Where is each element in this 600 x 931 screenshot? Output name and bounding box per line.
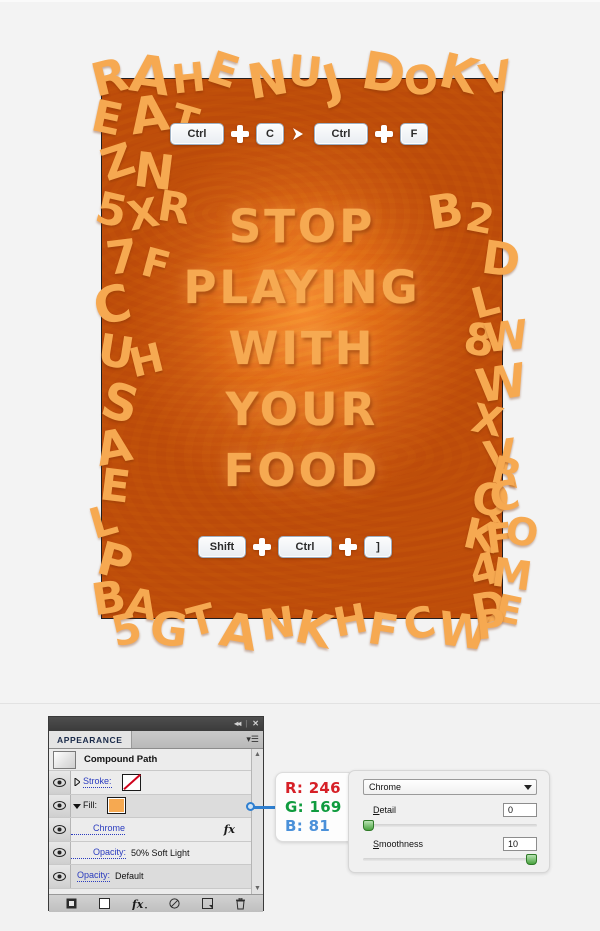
background-letter: O bbox=[502, 507, 542, 557]
panel-scrollbar[interactable]: ▲ ▼ bbox=[251, 749, 263, 894]
rgb-red-value: 246 bbox=[308, 778, 341, 797]
add-new-stroke-icon[interactable] bbox=[66, 898, 77, 909]
chrome-effect-label[interactable]: Chrome bbox=[71, 823, 126, 836]
panel-menu-icon[interactable]: ▾☰ bbox=[246, 735, 259, 744]
tab-filler: ▾☰ bbox=[132, 731, 263, 748]
smoothness-label: Smoothness bbox=[373, 839, 424, 849]
key-ctrl-1[interactable]: Ctrl bbox=[170, 123, 224, 145]
appearance-row-object-opacity[interactable]: Opacity: Default bbox=[49, 865, 251, 889]
plus-icon bbox=[374, 124, 394, 144]
rgb-green-line: G: 169 bbox=[285, 798, 354, 817]
add-new-effect-icon[interactable]: fx bbox=[132, 898, 148, 910]
plus-icon bbox=[338, 537, 358, 557]
key-bracket-right[interactable]: ] bbox=[364, 536, 392, 558]
fill-opacity-label[interactable]: Opacity: bbox=[71, 847, 127, 859]
key-shift[interactable]: Shift bbox=[198, 536, 246, 558]
panel-body: Compound Path Stroke: Fill: Chrome fx Op… bbox=[49, 749, 263, 894]
fill-swatch[interactable] bbox=[107, 797, 126, 815]
duplicate-item-icon[interactable] bbox=[202, 898, 214, 909]
detail-input[interactable]: 0 bbox=[503, 803, 537, 817]
detail-slider-knob[interactable] bbox=[363, 820, 374, 831]
object-opacity-value: Default bbox=[115, 871, 144, 882]
add-new-fill-icon[interactable] bbox=[98, 898, 110, 909]
arrow-right-icon bbox=[290, 125, 308, 143]
triangle-down-icon[interactable] bbox=[71, 803, 83, 809]
rgb-blue-line: B: 81 bbox=[285, 817, 354, 836]
eye-icon[interactable] bbox=[49, 841, 71, 864]
detail-field-row: Detail 0 bbox=[363, 803, 537, 817]
rgb-red-label: R: bbox=[285, 778, 304, 797]
stroke-swatch-none[interactable] bbox=[121, 773, 141, 791]
object-opacity-label[interactable]: Opacity: bbox=[77, 870, 111, 883]
smoothness-slider-knob[interactable] bbox=[526, 854, 537, 865]
detail-slider-track[interactable] bbox=[369, 824, 537, 827]
fill-label[interactable]: Fill: bbox=[83, 800, 97, 811]
chevron-down-icon[interactable] bbox=[524, 784, 532, 790]
shortcut-row-copy-paste: Ctrl C Ctrl F bbox=[170, 123, 428, 145]
key-ctrl-2[interactable]: Ctrl bbox=[314, 123, 368, 145]
rgb-callout: R: 246 G: 169 B: 81 bbox=[275, 772, 355, 842]
rgb-green-value: 169 bbox=[309, 797, 342, 816]
eye-icon[interactable] bbox=[49, 818, 71, 841]
key-ctrl-3[interactable]: Ctrl bbox=[278, 536, 332, 558]
smoothness-slider[interactable] bbox=[363, 854, 537, 865]
callout-connector-dot bbox=[246, 802, 255, 811]
smoothness-slider-track[interactable] bbox=[363, 858, 531, 861]
rgb-blue-label: B: bbox=[285, 816, 304, 835]
scroll-up-icon[interactable]: ▲ bbox=[254, 751, 261, 758]
appearance-object-row: Compound Path bbox=[49, 749, 251, 771]
smoothness-input[interactable]: 10 bbox=[503, 837, 537, 851]
object-title: Compound Path bbox=[84, 754, 158, 765]
close-icon[interactable]: ✕ bbox=[252, 720, 259, 728]
effect-preset-dropdown[interactable]: Chrome bbox=[363, 779, 537, 795]
appearance-panel: ◂◂ | ✕ APPEARANCE ▾☰ Compound Path Strok… bbox=[48, 716, 264, 912]
rgb-blue-value: 81 bbox=[308, 816, 331, 835]
eye-icon[interactable] bbox=[49, 771, 71, 794]
shortcut-row-send-backward: Shift Ctrl ] bbox=[198, 536, 392, 558]
scroll-down-icon[interactable]: ▼ bbox=[254, 885, 261, 892]
tab-appearance[interactable]: APPEARANCE bbox=[49, 731, 132, 748]
detail-label: Detail bbox=[373, 805, 397, 815]
plus-icon bbox=[230, 124, 250, 144]
svg-text:fx: fx bbox=[132, 898, 144, 910]
chrome-effect-dialog: Chrome Detail 0 Smoothness 10 bbox=[348, 770, 550, 873]
panel-titlebar[interactable]: ◂◂ | ✕ bbox=[49, 717, 263, 731]
eye-icon[interactable] bbox=[49, 794, 71, 817]
smoothness-label-rest: moothness bbox=[379, 839, 424, 849]
rgb-red-line: R: 246 bbox=[285, 779, 354, 798]
appearance-row-chrome-effect[interactable]: Chrome fx bbox=[49, 818, 251, 842]
artwork-area: RAHENUJDOKVEATB2ZN5XR7FCDL8WUHSWXVRAELQC… bbox=[0, 0, 600, 704]
object-thumbnail bbox=[53, 750, 76, 769]
appearance-row-fill-opacity[interactable]: Opacity: 50% Soft Light bbox=[49, 841, 251, 865]
fx-icon[interactable]: fx bbox=[224, 823, 235, 836]
panel-tab-strip: APPEARANCE ▾☰ bbox=[49, 731, 263, 749]
key-f[interactable]: F bbox=[400, 123, 428, 145]
plus-icon bbox=[252, 537, 272, 557]
fill-opacity-value: 50% Soft Light bbox=[131, 847, 190, 858]
detail-slider[interactable] bbox=[363, 820, 537, 831]
key-c[interactable]: C bbox=[256, 123, 284, 145]
effect-preset-value: Chrome bbox=[369, 782, 402, 792]
detail-label-rest: etail bbox=[379, 805, 397, 815]
triangle-right-icon[interactable] bbox=[71, 778, 83, 787]
clear-appearance-icon[interactable] bbox=[169, 898, 180, 909]
appearance-row-stroke[interactable]: Stroke: bbox=[49, 771, 251, 795]
page-root: RAHENUJDOKVEATB2ZN5XR7FCDL8WUHSWXVRAELQC… bbox=[0, 0, 600, 931]
stroke-label[interactable]: Stroke: bbox=[83, 776, 112, 789]
appearance-row-fill[interactable]: Fill: bbox=[49, 794, 251, 818]
collapse-icon[interactable]: ◂◂ bbox=[234, 720, 241, 728]
panel-footer: fx bbox=[49, 894, 263, 912]
delete-item-icon[interactable] bbox=[235, 897, 246, 910]
rgb-green-label: G: bbox=[285, 797, 304, 816]
appearance-rows: Compound Path Stroke: Fill: Chrome fx Op… bbox=[49, 749, 251, 894]
smoothness-field-row: Smoothness 10 bbox=[363, 837, 537, 851]
titlebar-separator: | bbox=[245, 719, 248, 728]
eye-icon[interactable] bbox=[49, 865, 71, 888]
